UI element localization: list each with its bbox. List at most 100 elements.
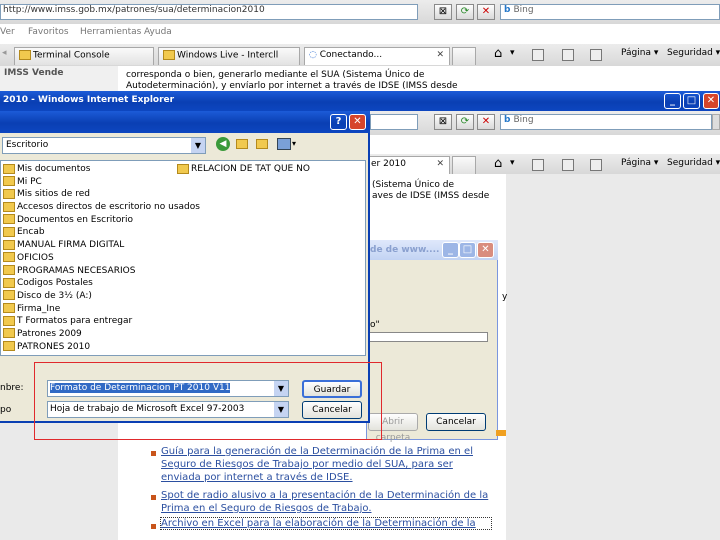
link-bullet — [151, 524, 156, 529]
link-spot-radio[interactable]: Spot de radio alusivo a la presentación … — [161, 489, 501, 515]
type-label: po — [0, 405, 12, 415]
page-icon — [163, 50, 175, 60]
link-guia[interactable]: Guía para la generación de la Determinac… — [161, 445, 491, 484]
file-list-item[interactable]: MANUAL FIRMA DIGITAL — [3, 239, 200, 252]
file-list-item-label: Mis sitios de red — [17, 189, 90, 200]
file-list-item[interactable]: Codigos Postales — [3, 277, 200, 290]
file-list-item[interactable]: PATRONES 2010 — [3, 341, 200, 354]
file-list-item-label: Firma_Ine — [17, 303, 61, 314]
file-list-item[interactable]: OFICIOS — [3, 252, 200, 265]
compat-view-icon[interactable]: ⊠ — [434, 114, 452, 130]
file-list-item[interactable]: Accesos directos de escritorio no usados — [3, 201, 200, 214]
menu-favoritos[interactable]: Favoritos — [28, 27, 69, 37]
home-dropdown-icon[interactable]: ▾ — [510, 158, 515, 168]
page-menu[interactable]: Página ▾ — [621, 158, 658, 168]
file-list-item[interactable]: RELACION DE TAT QUE NO — [177, 163, 310, 176]
home-icon[interactable]: ⌂ — [494, 46, 502, 61]
file-list-item-label: PROGRAMAS NECESARIOS — [17, 265, 136, 276]
folder-icon — [3, 226, 15, 237]
mail-icon[interactable] — [562, 49, 574, 61]
home-dropdown-icon[interactable]: ▾ — [510, 48, 515, 58]
location-value: Escritorio — [6, 140, 49, 150]
file-list-item[interactable]: Mis sitios de red — [3, 188, 200, 201]
close-icon[interactable]: ✕ — [703, 93, 719, 109]
file-list-item[interactable]: PROGRAMAS NECESARIOS — [3, 265, 200, 278]
folder-icon — [3, 252, 15, 263]
search-input[interactable]: b Bing — [500, 4, 720, 20]
close-icon[interactable]: ✕ — [477, 242, 494, 258]
location-select[interactable]: Escritorio ▼ — [2, 137, 206, 154]
views-menu-icon[interactable] — [277, 138, 291, 150]
bing-icon: b — [504, 5, 511, 15]
menu-herramientas[interactable]: Herramientas — [80, 27, 141, 37]
file-list-item[interactable]: Mi PC — [3, 176, 200, 189]
file-list-item[interactable]: Patrones 2009 — [3, 328, 200, 341]
new-folder-icon[interactable] — [256, 139, 268, 149]
stop-icon[interactable]: ✕ — [477, 114, 495, 130]
link-archivo-excel[interactable]: Archivo en Excel para la elaboración de … — [160, 517, 492, 530]
stop-icon[interactable]: ✕ — [477, 4, 495, 20]
ie-search-input[interactable]: b Bing — [500, 114, 712, 130]
file-list-item[interactable]: Encab — [3, 226, 200, 239]
views-dropdown-icon[interactable]: ▾ — [292, 139, 296, 148]
loading-icon: ◌ — [309, 50, 317, 60]
compat-view-icon[interactable]: ⊠ — [434, 4, 452, 20]
close-tab-icon[interactable]: ✕ — [436, 50, 444, 60]
minimize-icon[interactable]: _ — [442, 242, 459, 258]
bing-icon: b — [504, 115, 511, 125]
link-bullet — [151, 451, 156, 456]
ie-active-tab[interactable]: er 2010 ✕ — [366, 156, 450, 174]
back-icon[interactable]: ◀ — [216, 137, 230, 151]
chevron-down-icon: ▼ — [191, 138, 205, 153]
download-field-label: o" — [370, 320, 380, 330]
folder-icon — [3, 315, 15, 326]
menu-ayuda[interactable]: Ayuda — [144, 27, 172, 37]
print-icon[interactable] — [590, 159, 602, 171]
download-dialog-title: de de www.... — [370, 245, 440, 255]
print-icon[interactable] — [590, 49, 602, 61]
menu-bar: Ver Favoritos Herramientas Ayuda — [0, 27, 720, 41]
up-folder-icon[interactable] — [236, 139, 248, 149]
file-list-item[interactable]: Disco de 3½ (A:) — [3, 290, 200, 303]
file-list-item[interactable]: Firma_Ine — [3, 303, 200, 316]
address-input[interactable]: http://www.imss.gob.mx/patrones/sua/dete… — [0, 4, 418, 20]
download-cancel-button[interactable]: Cancelar — [426, 413, 486, 431]
security-menu-label: Seguridad — [667, 48, 713, 58]
mail-icon[interactable] — [562, 159, 574, 171]
maximize-icon[interactable]: □ — [683, 93, 700, 109]
close-icon[interactable]: ✕ — [349, 114, 366, 130]
file-list-item-label: OFICIOS — [17, 252, 54, 263]
tab-conectando[interactable]: ◌ Conectando... ✕ — [304, 47, 450, 65]
menu-ver[interactable]: Ver — [0, 27, 15, 37]
maximize-icon[interactable]: □ — [459, 242, 476, 258]
file-list-item-label: T Formatos para entregar — [17, 316, 133, 327]
help-icon[interactable]: ? — [330, 114, 347, 130]
tab-windows-live[interactable]: Windows Live - Intercll — [158, 47, 300, 65]
feeds-icon[interactable] — [532, 49, 544, 61]
security-menu[interactable]: Seguridad ▾ — [667, 48, 720, 58]
home-icon[interactable]: ⌂ — [494, 156, 502, 171]
tab-terminal-console[interactable]: Terminal Console — [14, 47, 154, 65]
refresh-icon[interactable]: ⟳ — [456, 114, 474, 130]
favorites-star-icon[interactable]: ◂ — [2, 48, 7, 58]
ie-address-input[interactable] — [370, 114, 418, 130]
file-list-item[interactable]: Mis documentos — [3, 163, 200, 176]
close-tab-icon[interactable]: ✕ — [436, 159, 444, 169]
tab-label: Terminal Console — [33, 50, 110, 61]
new-tab-button[interactable] — [452, 156, 476, 174]
file-list[interactable]: Mis documentos Mi PC Mis sitios de red Acce… — [0, 160, 366, 356]
page-menu[interactable]: Página ▾ — [621, 48, 658, 58]
file-list-item[interactable]: Documentos en Escritorio — [3, 214, 200, 227]
file-list-item[interactable]: T Formatos para entregar — [3, 315, 200, 328]
minimize-icon[interactable]: _ — [664, 93, 681, 109]
new-tab-button[interactable] — [452, 47, 476, 65]
ie-scrollbar-stub[interactable] — [712, 114, 720, 130]
security-menu[interactable]: Seguridad ▾ — [667, 158, 720, 168]
file-list-item-label: MANUAL FIRMA DIGITAL — [17, 240, 125, 251]
folder-icon — [3, 176, 15, 187]
search-text: Bing — [513, 5, 534, 15]
page-menu-label: Página — [621, 158, 651, 168]
file-list-left: Mis documentos Mi PC Mis sitios de red Acce… — [3, 163, 200, 353]
feeds-icon[interactable] — [532, 159, 544, 171]
refresh-icon[interactable]: ⟳ — [456, 4, 474, 20]
